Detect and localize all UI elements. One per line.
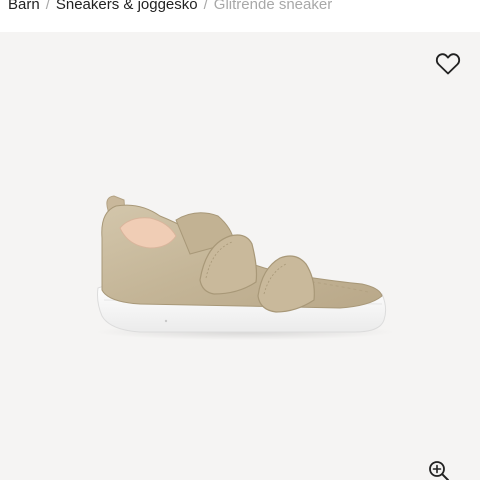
product-image-gallery[interactable] <box>0 32 480 480</box>
heart-outline-icon <box>435 53 461 75</box>
breadcrumb-separator: / <box>203 0 208 13</box>
breadcrumb-current: Glitrende sneaker <box>213 0 333 13</box>
breadcrumb-item-sneakers[interactable]: Sneakers & joggesko <box>56 0 198 16</box>
breadcrumb-separator: / <box>45 0 50 13</box>
zoom-button[interactable] <box>427 459 451 480</box>
wishlist-button[interactable] <box>434 50 462 78</box>
product-page: Barn / Sneakers & joggesko / Glitrende s… <box>0 0 480 480</box>
breadcrumb-item-barn[interactable]: Barn <box>8 0 40 16</box>
breadcrumb: Barn / Sneakers & joggesko / Glitrende s… <box>8 0 332 16</box>
zoom-in-icon <box>429 461 449 480</box>
product-image-sneaker <box>95 195 395 340</box>
